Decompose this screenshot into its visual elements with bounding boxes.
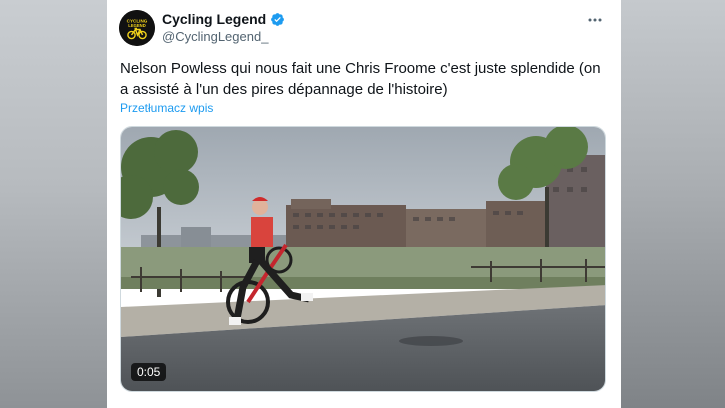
author-handle[interactable]: @CyclingLegend_ bbox=[162, 29, 268, 45]
avatar-logo: CYCLING LEGEND bbox=[119, 10, 155, 46]
video-frame bbox=[121, 127, 605, 391]
tweet-card: CYCLING LEGEND Cycling Legend @CyclingLe… bbox=[107, 0, 621, 408]
verified-badge-icon[interactable] bbox=[270, 12, 285, 27]
background-left bbox=[0, 0, 107, 408]
video-player[interactable]: 0:05 bbox=[120, 126, 606, 392]
background-right bbox=[621, 0, 725, 408]
author-row: Cycling Legend bbox=[162, 11, 285, 28]
video-duration-badge: 0:05 bbox=[131, 363, 167, 381]
display-name[interactable]: Cycling Legend bbox=[162, 11, 266, 28]
more-dots-icon[interactable] bbox=[585, 10, 605, 30]
tweet-text: Nelson Powless qui nous fait une Chris F… bbox=[120, 60, 601, 98]
avatar[interactable]: CYCLING LEGEND bbox=[119, 10, 155, 46]
svg-text:LEGEND: LEGEND bbox=[128, 23, 145, 28]
translate-link[interactable]: Przetłumacz wpis bbox=[120, 101, 213, 115]
